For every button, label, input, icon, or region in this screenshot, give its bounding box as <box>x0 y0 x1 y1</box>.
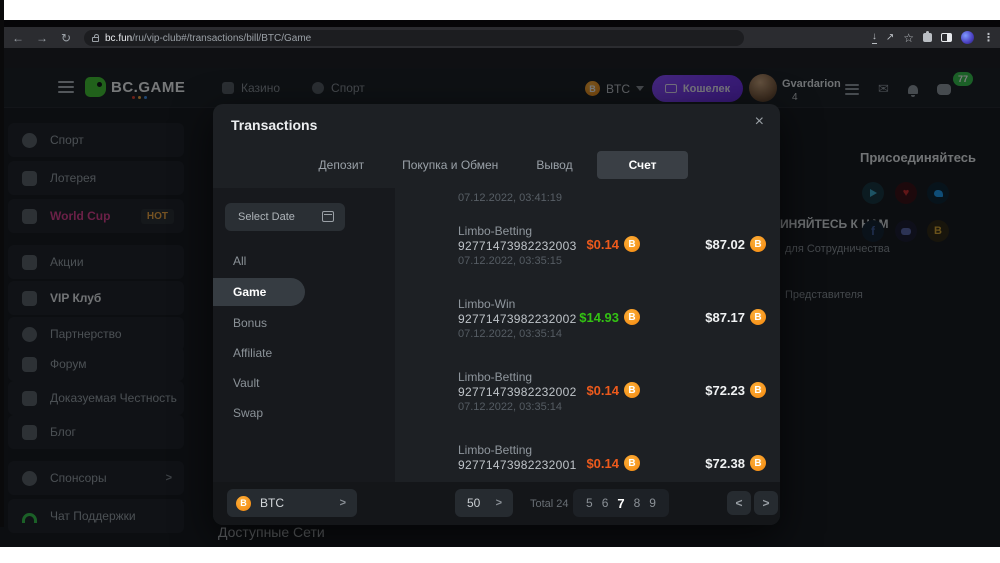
page-size-selector[interactable]: 50 > <box>455 489 513 517</box>
tab-deposit[interactable]: Депозит <box>305 151 379 179</box>
btc-coin-icon: B <box>624 382 640 398</box>
transactions-list: 07.12.2022, 03:41:19 Limbo-Betting 92771… <box>395 188 780 482</box>
window-left-edge <box>0 0 4 527</box>
partial-row-time: 07.12.2022, 03:41:19 <box>458 192 562 204</box>
filter-all[interactable]: All <box>233 254 246 268</box>
browser-toolbar: ← → ↻ bc.fun /ru/vip-club#/transactions/… <box>0 27 1000 48</box>
transactions-modal: Transactions × Депозит Покупка и Обмен В… <box>213 104 780 525</box>
share-icon[interactable]: ↗ <box>886 33 894 43</box>
tx-id: 92771473982232003 <box>458 239 577 253</box>
transaction-row[interactable]: Limbo-Betting 92771473982232003 07.12.20… <box>458 224 780 274</box>
transaction-row[interactable]: Limbo-Betting 92771473982232001 $0.14 B $… <box>458 443 780 482</box>
tx-time: 07.12.2022, 03:35:15 <box>458 255 562 267</box>
bookmark-star-icon[interactable]: ☆ <box>903 32 914 44</box>
close-icon[interactable]: × <box>755 113 764 131</box>
back-icon[interactable]: ← <box>6 31 30 45</box>
btc-coin-icon: B <box>236 496 251 511</box>
tx-title: Limbo-Betting <box>458 370 532 384</box>
filter-game-label: Game <box>233 285 266 299</box>
browser-window: ← → ↻ bc.fun /ru/vip-club#/transactions/… <box>0 20 1000 527</box>
reload-icon[interactable]: ↻ <box>54 31 78 45</box>
tx-title: Limbo-Win <box>458 297 515 311</box>
screenshot-stage: ← → ↻ bc.fun /ru/vip-club#/transactions/… <box>0 0 1000 563</box>
side-panel-icon[interactable] <box>941 33 952 42</box>
tx-balance: $87.02 <box>705 237 745 252</box>
tab-withdraw[interactable]: Вывод <box>522 151 586 179</box>
page-5[interactable]: 5 <box>586 496 593 510</box>
tx-id: 92771473982232002 <box>458 385 577 399</box>
site-page: BC.GAME Казино Спорт B BTC <box>0 68 1000 547</box>
filter-bonus[interactable]: Bonus <box>233 316 267 330</box>
filter-game[interactable]: Game <box>213 278 305 306</box>
prev-page-button[interactable]: < <box>727 491 751 515</box>
modal-title: Transactions <box>231 117 317 133</box>
toolbar-right-icons: ↓ ↗ ☆ ⋮ <box>872 27 994 48</box>
filter-swap[interactable]: Swap <box>233 406 263 420</box>
forward-icon[interactable]: → <box>30 31 54 45</box>
next-page-button[interactable]: > <box>754 491 778 515</box>
tx-id: 92771473982232002 <box>458 312 577 326</box>
page-8[interactable]: 8 <box>634 496 641 510</box>
filter-affiliate[interactable]: Affiliate <box>233 346 272 360</box>
page-7-active[interactable]: 7 <box>617 496 624 511</box>
select-date-label: Select Date <box>238 211 295 223</box>
tab-buy-exchange[interactable]: Покупка и Обмен <box>388 151 512 179</box>
tx-title: Limbo-Betting <box>458 224 532 238</box>
tx-amount: $0.14 <box>586 383 619 398</box>
total-count: Total 24 <box>530 498 569 510</box>
tab-bill[interactable]: Счет <box>597 151 689 179</box>
btc-coin-icon: B <box>750 382 766 398</box>
url-host: bc.fun <box>105 33 132 44</box>
transaction-row[interactable]: Limbo-Betting 92771473982232002 07.12.20… <box>458 370 780 420</box>
tx-balance: $72.38 <box>705 456 745 471</box>
page-6[interactable]: 6 <box>602 496 609 510</box>
address-bar[interactable]: bc.fun /ru/vip-club#/transactions/bill/B… <box>84 30 744 46</box>
tx-time: 07.12.2022, 03:35:14 <box>458 401 562 413</box>
filter-panel: Select Date All Game Bonus Affiliate Vau… <box>213 188 395 482</box>
btc-coin-icon: B <box>750 455 766 471</box>
tx-id: 92771473982232001 <box>458 458 577 472</box>
extensions-icon[interactable] <box>923 33 932 42</box>
btc-coin-icon: B <box>624 309 640 325</box>
page-9[interactable]: 9 <box>649 496 656 510</box>
btc-coin-icon: B <box>750 309 766 325</box>
chevron-right-icon: > <box>340 497 346 509</box>
btc-coin-icon: B <box>750 236 766 252</box>
browser-menu-icon[interactable]: ⋮ <box>983 31 994 44</box>
footer-currency-label: BTC <box>260 496 284 510</box>
transaction-tabs: Депозит Покупка и Обмен Вывод Счет <box>213 151 780 179</box>
tx-amount: $0.14 <box>586 456 619 471</box>
url-path: /ru/vip-club#/transactions/bill/BTC/Game <box>132 33 311 44</box>
download-icon[interactable]: ↓ <box>872 32 877 44</box>
select-date-button[interactable]: Select Date <box>225 203 345 231</box>
page-size-value: 50 <box>467 496 480 510</box>
lock-icon <box>92 37 99 42</box>
chevron-right-icon: > <box>496 497 502 509</box>
tx-time: 07.12.2022, 03:35:14 <box>458 328 562 340</box>
footer-currency-selector[interactable]: B BTC > <box>227 489 357 517</box>
browser-profile-avatar[interactable] <box>961 31 974 44</box>
btc-coin-icon: B <box>624 455 640 471</box>
tx-amount: $14.93 <box>579 310 619 325</box>
transaction-row[interactable]: Limbo-Win 92771473982232002 07.12.2022, … <box>458 297 780 347</box>
filter-vault[interactable]: Vault <box>233 376 259 390</box>
calendar-icon <box>322 211 334 222</box>
tx-title: Limbo-Betting <box>458 443 532 457</box>
modal-footer: B BTC > 50 > Total 24 5 6 7 8 9 <box>213 482 780 525</box>
tx-balance: $72.23 <box>705 383 745 398</box>
tx-balance: $87.17 <box>705 310 745 325</box>
tx-amount: $0.14 <box>586 237 619 252</box>
browser-tab-strip <box>0 20 1000 27</box>
btc-coin-icon: B <box>624 236 640 252</box>
pagination: 5 6 7 8 9 <box>573 489 669 517</box>
